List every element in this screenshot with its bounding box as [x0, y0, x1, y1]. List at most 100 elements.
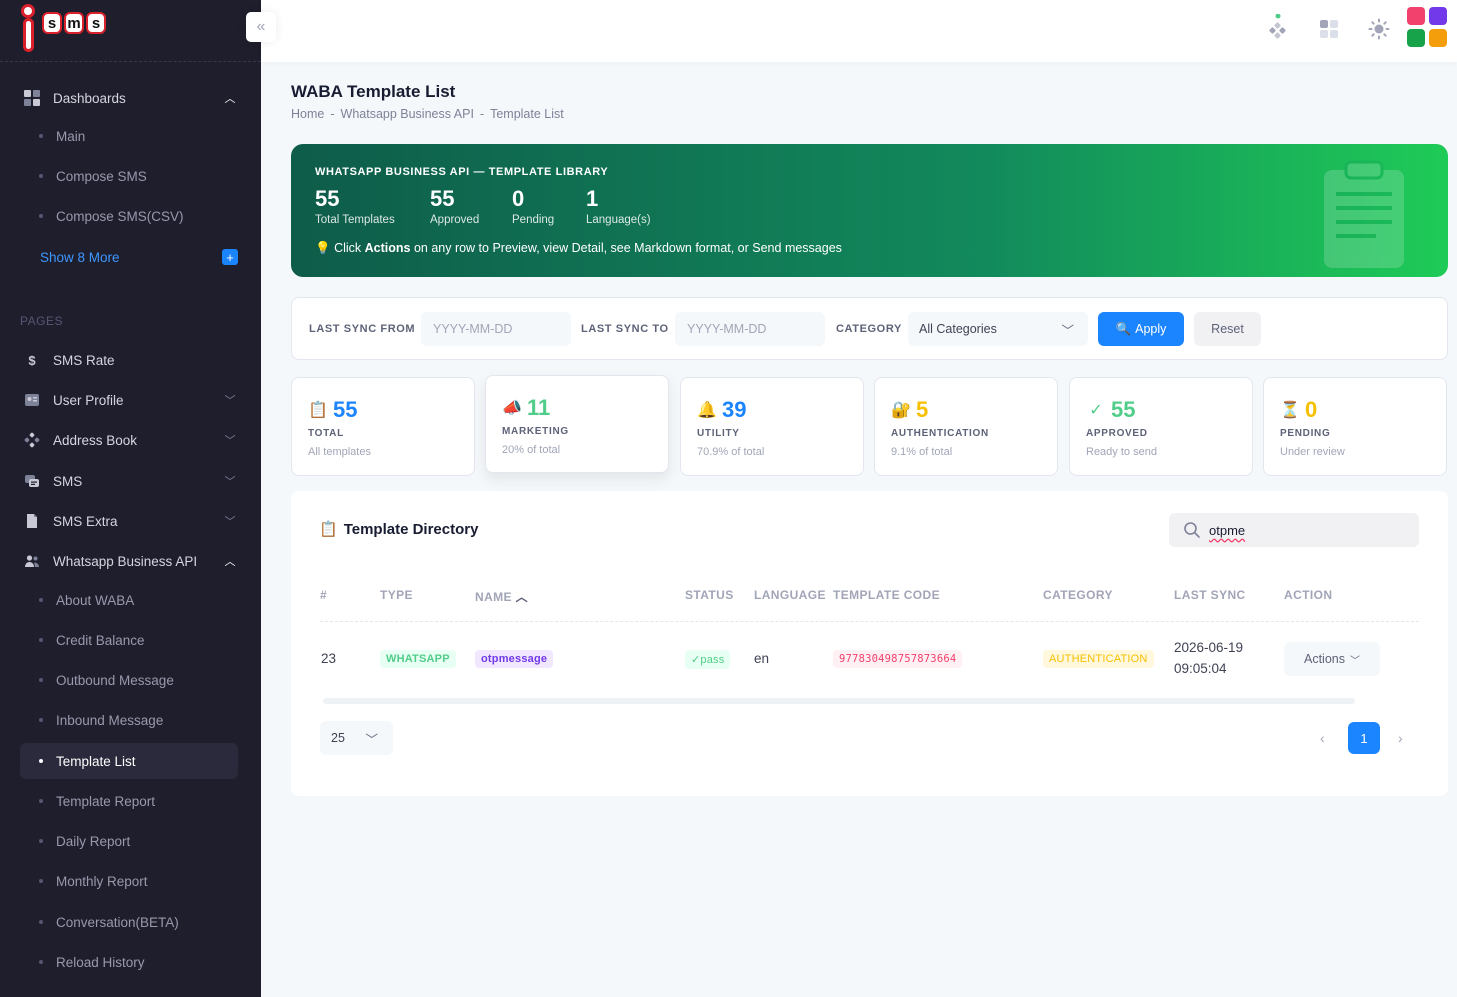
sidebar: s m s Dashboards ︿ Main Compose SMS Comp…	[0, 0, 261, 997]
clipboard-icon	[1321, 160, 1407, 270]
sidebar-item-monthly-report[interactable]: Monthly Report	[20, 864, 238, 898]
menu-label: Whatsapp Business API	[53, 553, 198, 569]
chevron-left-icon[interactable]: ‹	[1320, 730, 1325, 746]
stat-card-authentication[interactable]: 🔐 5 AUTHENTICATION 9.1% of total	[874, 377, 1058, 476]
actions-dropdown-button[interactable]: Actions ﹀	[1284, 642, 1380, 676]
last-sync-from-input[interactable]: YYYY-MM-DD	[421, 312, 571, 346]
stat-card-total[interactable]: 📋 55 TOTAL All templates	[291, 377, 475, 476]
pagination-current-page[interactable]: 1	[1348, 722, 1380, 754]
activity-icon[interactable]	[1267, 14, 1289, 40]
breadcrumb-whatsapp-business-api[interactable]: Whatsapp Business API	[341, 107, 474, 121]
chevron-down-icon: ﹀	[365, 732, 378, 747]
apps-launcher-icon[interactable]	[1407, 7, 1449, 47]
card-header: 🔔 39	[697, 397, 746, 423]
sidebar-item-compose-sms[interactable]: Compose SMS	[20, 159, 238, 193]
stat-card-utility[interactable]: 🔔 39 UTILITY 70.9% of total	[680, 377, 864, 476]
column-header-category[interactable]: CATEGORY	[1043, 588, 1113, 602]
card-value: 55	[333, 397, 358, 422]
sidebar-item-label: Credit Balance	[56, 632, 145, 648]
menu-user-profile[interactable]: User Profile ﹀	[20, 381, 238, 419]
profile-card-icon	[24, 392, 40, 408]
breadcrumb-home[interactable]: Home	[291, 107, 324, 121]
menu-address-book[interactable]: Address Book ﹀	[20, 421, 238, 459]
app-logo[interactable]: s m s	[18, 4, 106, 52]
menu-label: SMS Rate	[53, 352, 115, 368]
stat-card-marketing[interactable]: 📣 11 MARKETING 20% of total	[485, 375, 669, 473]
stat-caption: Language(s)	[586, 214, 651, 226]
menu-sms[interactable]: SMS ﹀	[20, 462, 238, 500]
column-header-template-code[interactable]: TEMPLATE CODE	[833, 588, 940, 602]
menu-whatsapp-business-api[interactable]: Whatsapp Business API ︿	[20, 542, 238, 580]
chevron-up-icon: ︿	[224, 556, 236, 568]
column-header-status[interactable]: STATUS	[685, 588, 734, 602]
search-input[interactable]: otpme	[1169, 513, 1419, 547]
stat-value: 0	[512, 186, 525, 211]
total-icon: 📋	[308, 402, 328, 419]
stat-card-pending[interactable]: ⏳ 0 PENDING Under review	[1263, 377, 1447, 476]
sidebar-item-label: Daily Report	[56, 833, 131, 849]
cell-sync-date: 2026-06-19	[1174, 640, 1244, 655]
cell-language: en	[754, 651, 770, 666]
sidebar-item-about-waba[interactable]: About WABA	[20, 583, 238, 617]
banner-stat-approved: 55 Approved	[430, 186, 479, 226]
bullet-icon	[39, 134, 43, 138]
hint-text: Click	[334, 241, 365, 255]
chevron-down-icon: ﹀	[1061, 323, 1074, 338]
category-select-value: All Categories	[919, 322, 997, 336]
menu-dashboards[interactable]: Dashboards ︿	[20, 79, 238, 117]
category-select[interactable]: All Categories ﹀	[908, 312, 1088, 346]
document-icon	[24, 513, 40, 529]
horizontal-scrollbar[interactable]	[323, 698, 1355, 704]
sidebar-item-reload-history[interactable]: Reload History	[20, 945, 238, 979]
logo-letter: s	[42, 12, 62, 34]
logo-letter: m	[64, 12, 84, 34]
show-more-link[interactable]: Show 8 More +	[40, 247, 238, 267]
stat-caption: Pending	[512, 214, 555, 226]
sidebar-item-inbound-message[interactable]: Inbound Message	[20, 703, 238, 737]
menu-sms-rate[interactable]: $ SMS Rate	[20, 341, 238, 379]
sidebar-item-template-list[interactable]: Template List	[20, 743, 238, 779]
card-value: 39	[722, 397, 747, 422]
stat-card-approved[interactable]: ✓ 55 APPROVED Ready to send	[1069, 377, 1253, 476]
sidebar-item-label: Monthly Report	[56, 873, 148, 889]
sidebar-item-compose-sms-csv[interactable]: Compose SMS(CSV)	[20, 199, 238, 233]
menu-sms-extra[interactable]: SMS Extra ﹀	[20, 502, 238, 540]
last-sync-to-label: LAST SYNC TO	[581, 323, 669, 335]
banner-stat-pending: 0 Pending	[512, 186, 554, 226]
bullet-icon	[39, 960, 43, 964]
stat-caption: Approved	[430, 214, 480, 226]
chevron-right-icon[interactable]: ›	[1398, 730, 1403, 746]
name-badge[interactable]: otpmessage	[475, 650, 554, 668]
logo-area: s m s	[0, 0, 261, 62]
users-icon	[24, 553, 40, 569]
sidebar-item-main[interactable]: Main	[20, 119, 238, 153]
menu-label: Address Book	[53, 432, 138, 448]
breadcrumb-template-list: Template List	[490, 107, 564, 121]
layout-grid-icon[interactable]	[1318, 18, 1340, 40]
address-book-icon	[24, 432, 40, 448]
sun-theme-icon[interactable]	[1368, 18, 1390, 40]
sidebar-item-conversation[interactable]: Conversation(BETA)	[20, 905, 238, 939]
last-sync-to-input[interactable]: YYYY-MM-DD	[675, 312, 825, 346]
column-header-name[interactable]: NAME ︿	[475, 588, 528, 605]
collapse-sidebar-button[interactable]: «	[246, 12, 276, 42]
reset-button[interactable]: Reset	[1194, 312, 1261, 346]
card-value: 5	[916, 397, 929, 422]
sidebar-item-outbound-message[interactable]: Outbound Message	[20, 663, 238, 697]
sidebar-item-daily-report[interactable]: Daily Report	[20, 824, 238, 858]
stat-value: 1	[586, 186, 599, 211]
column-header-type[interactable]: TYPE	[380, 588, 413, 602]
bullet-icon	[39, 214, 43, 218]
page-size-select[interactable]: 25 ﹀	[320, 721, 393, 755]
banner-stat-languages: 1 Language(s)	[586, 186, 651, 226]
top-header: «	[246, 0, 1457, 62]
sidebar-item-credit-balance[interactable]: Credit Balance	[20, 623, 238, 657]
column-header-last-sync[interactable]: LAST SYNC	[1174, 588, 1246, 602]
category-badge: AUTHENTICATION	[1043, 650, 1154, 668]
menu-label: SMS Extra	[53, 513, 118, 529]
bullet-icon	[39, 759, 43, 763]
hint-bold-text: Actions	[364, 241, 411, 255]
sidebar-item-template-report[interactable]: Template Report	[20, 784, 238, 818]
column-header-language[interactable]: LANGUAGE	[754, 588, 826, 602]
apply-button[interactable]: 🔍 Apply	[1098, 312, 1184, 346]
